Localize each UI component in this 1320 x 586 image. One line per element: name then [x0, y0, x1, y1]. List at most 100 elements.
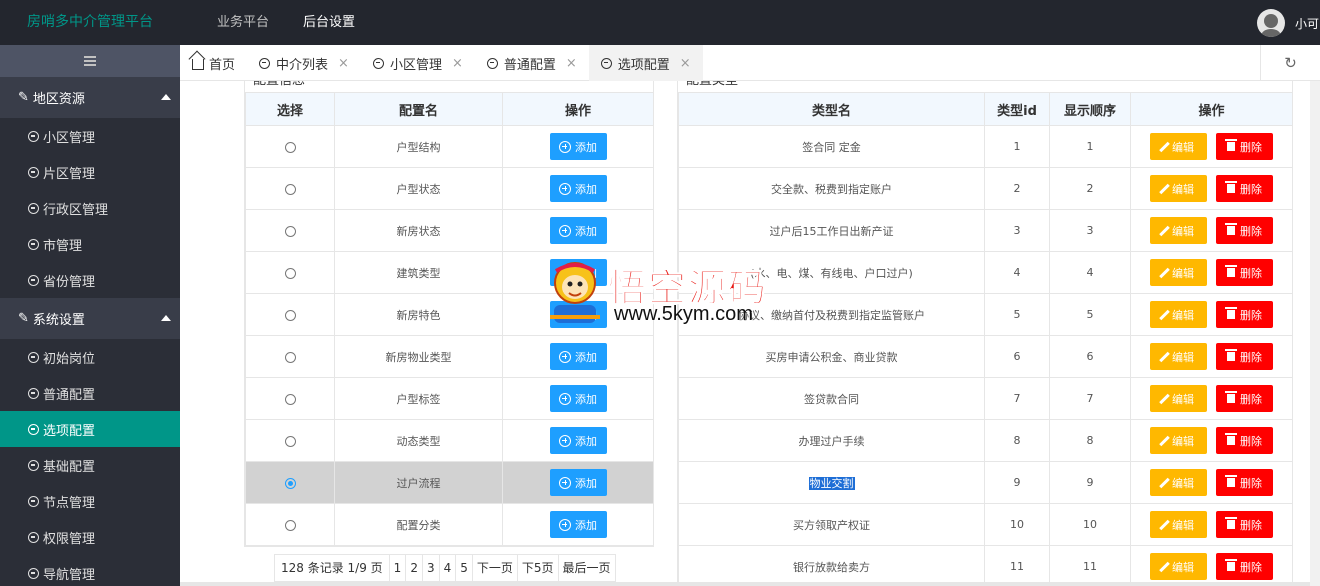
sidebar-item-area[interactable]: 片区管理: [0, 154, 180, 190]
topnav-business-platform[interactable]: 业务平台: [200, 0, 286, 45]
close-icon[interactable]: ×: [680, 56, 691, 71]
delete-button[interactable]: 删除: [1216, 511, 1273, 538]
page-4-link[interactable]: 4: [438, 555, 456, 581]
close-icon[interactable]: ×: [452, 56, 463, 71]
caret-up-icon: [161, 315, 171, 321]
last-page-link[interactable]: 最后一页: [557, 555, 615, 581]
config-name-cell: 动态类型: [334, 419, 503, 462]
add-button[interactable]: 添加: [549, 217, 607, 244]
radio-button[interactable]: [284, 225, 296, 237]
horizontal-scrollbar[interactable]: [180, 582, 1310, 586]
page-1-link[interactable]: 1: [388, 555, 406, 581]
select-cell: [245, 167, 335, 210]
add-button[interactable]: 添加: [549, 385, 607, 412]
sidebar-item-province[interactable]: 省份管理: [0, 262, 180, 298]
refresh-button[interactable]: ↻: [1260, 45, 1320, 80]
sidebar-item-district[interactable]: 行政区管理: [0, 190, 180, 226]
delete-button[interactable]: 删除: [1216, 217, 1273, 244]
radio-button[interactable]: [284, 393, 296, 405]
table-row[interactable]: 户型状态 添加: [245, 167, 654, 210]
delete-button[interactable]: 删除: [1216, 553, 1273, 580]
table-row[interactable]: 过户流程 添加: [245, 461, 654, 504]
config-type-table: 类型名 类型id 显示顺序 操作 签合同 定金 1 1 编辑 删除 交全款、税费到指定账户…: [678, 92, 1293, 586]
next-5-pages-link[interactable]: 下5页: [516, 555, 558, 581]
add-button[interactable]: 添加: [549, 427, 607, 454]
edit-button[interactable]: 编辑: [1150, 427, 1207, 454]
close-icon[interactable]: ×: [566, 56, 577, 71]
next-page-link[interactable]: 下一页: [471, 555, 517, 581]
trash-icon: [1225, 139, 1237, 151]
radio-button[interactable]: [284, 141, 296, 153]
delete-button[interactable]: 删除: [1216, 385, 1273, 412]
select-cell: [245, 461, 335, 504]
column-header: 类型id: [984, 92, 1050, 126]
radio-button[interactable]: [284, 267, 296, 279]
delete-button[interactable]: 删除: [1216, 259, 1273, 286]
edit-button[interactable]: 编辑: [1150, 259, 1207, 286]
add-button[interactable]: 添加: [549, 469, 607, 496]
tab-agency-list[interactable]: 中介列表 ×: [247, 45, 361, 81]
sidebar-item-community[interactable]: 小区管理: [0, 118, 180, 154]
sidebar-item-general-config[interactable]: 普通配置: [0, 375, 180, 411]
delete-button[interactable]: 删除: [1216, 469, 1273, 496]
sidebar-item-nav-management[interactable]: 导航管理: [0, 555, 180, 586]
edit-button[interactable]: 编辑: [1150, 217, 1207, 244]
table-row[interactable]: 户型标签 添加: [245, 377, 654, 420]
delete-button[interactable]: 删除: [1216, 175, 1273, 202]
sidebar-group-system-settings[interactable]: ✎ 系统设置: [0, 298, 180, 339]
table-row[interactable]: 新房状态 添加: [245, 209, 654, 252]
table-row[interactable]: 户型结构 添加: [245, 125, 654, 168]
page-2-link[interactable]: 2: [405, 555, 422, 581]
add-button[interactable]: 添加: [549, 343, 607, 370]
sidebar-group-region-resources[interactable]: ✎ 地区资源: [0, 77, 180, 118]
add-button[interactable]: 添加: [549, 511, 607, 538]
topnav-backend-settings[interactable]: 后台设置: [286, 0, 372, 45]
action-cell: 编辑 删除: [1130, 545, 1293, 586]
sidebar-item-permission-management[interactable]: 权限管理: [0, 519, 180, 555]
page-3-link[interactable]: 3: [421, 555, 439, 581]
tab-home[interactable]: 首页: [180, 45, 247, 81]
user-menu[interactable]: 小可: [1257, 9, 1319, 37]
sidebar-item-node-management[interactable]: 节点管理: [0, 483, 180, 519]
sidebar-item-city[interactable]: 市管理: [0, 226, 180, 262]
table-row[interactable]: 配置分类 添加: [245, 503, 654, 546]
sidebar-toggle[interactable]: [0, 45, 180, 77]
table-row[interactable]: 新房物业类型 添加: [245, 335, 654, 378]
delete-button[interactable]: 删除: [1216, 133, 1273, 160]
edit-button[interactable]: 编辑: [1150, 133, 1207, 160]
display-order-cell: 5: [1049, 293, 1131, 336]
delete-button[interactable]: 删除: [1216, 301, 1273, 328]
app-logo[interactable]: 房哨多中介管理平台: [0, 0, 180, 45]
tab-general-config[interactable]: 普通配置 ×: [475, 45, 589, 81]
sidebar-item-option-config[interactable]: 选项配置: [0, 411, 180, 447]
delete-button[interactable]: 删除: [1216, 343, 1273, 370]
radio-button[interactable]: [284, 435, 296, 447]
type-name-cell: 银行放款给卖方: [678, 545, 985, 586]
add-button[interactable]: 添加: [549, 175, 607, 202]
edit-button[interactable]: 编辑: [1150, 175, 1207, 202]
edit-button[interactable]: 编辑: [1150, 469, 1207, 496]
avatar[interactable]: [1257, 9, 1285, 37]
add-button[interactable]: 添加: [549, 133, 607, 160]
edit-button[interactable]: 编辑: [1150, 301, 1207, 328]
edit-button[interactable]: 编辑: [1150, 553, 1207, 580]
radio-button[interactable]: [284, 183, 296, 195]
tab-community-management[interactable]: 小区管理 ×: [361, 45, 475, 81]
radio-button[interactable]: [284, 477, 296, 489]
radio-button[interactable]: [284, 519, 296, 531]
radio-button[interactable]: [284, 309, 296, 321]
table-row[interactable]: 动态类型 添加: [245, 419, 654, 462]
vertical-scrollbar[interactable]: [1310, 81, 1320, 586]
sidebar-item-basic-config[interactable]: 基础配置: [0, 447, 180, 483]
edit-button[interactable]: 编辑: [1150, 511, 1207, 538]
sidebar-item-initial-positions[interactable]: 初始岗位: [0, 339, 180, 375]
edit-button[interactable]: 编辑: [1150, 385, 1207, 412]
tab-option-config[interactable]: 选项配置 ×: [588, 45, 703, 81]
close-icon[interactable]: ×: [338, 56, 349, 71]
edit-button[interactable]: 编辑: [1150, 343, 1207, 370]
page-5-link[interactable]: 5: [455, 555, 472, 581]
radio-button[interactable]: [284, 351, 296, 363]
config-name-cell: 过户流程: [334, 461, 503, 504]
delete-button[interactable]: 删除: [1216, 427, 1273, 454]
username[interactable]: 小可: [1295, 15, 1319, 32]
